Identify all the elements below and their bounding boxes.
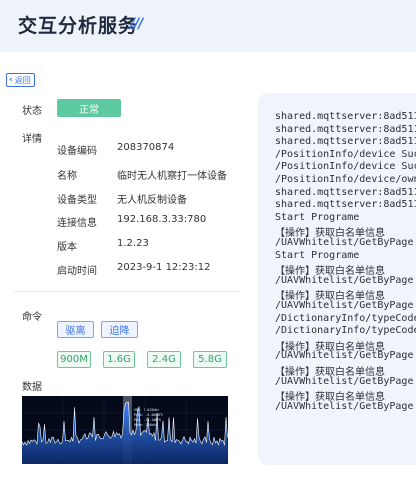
detail-key-version: 版本 bbox=[57, 242, 77, 253]
spectrum-readout-line: Pwr: -18.1dBFS bbox=[134, 418, 161, 422]
log-line: /PositionInfo/device Success bbox=[275, 161, 416, 173]
data-label: 数据 bbox=[22, 382, 42, 393]
log-line: /UAVWhitelist/GetByPage Su bbox=[275, 274, 416, 286]
detail-value-connection: 192.168.3.33:780 bbox=[117, 214, 207, 225]
status-label: 状态 bbox=[22, 106, 42, 117]
spectrum-display: VFO: 7.815kHz Peak: -0.48dBFS Pwr: -18.1… bbox=[22, 396, 228, 464]
log-line: /PositionInfo/device Success bbox=[275, 148, 416, 160]
chevron-left-icon: ‹ bbox=[9, 74, 13, 85]
spectrum-graph: VFO: 7.815kHz Peak: -0.48dBFS Pwr: -18.1… bbox=[22, 396, 228, 464]
spectrum-readout: VFO: 7.815kHz Peak: -0.48dBFS Pwr: -18.1… bbox=[134, 408, 163, 427]
freq-2-4g-button[interactable]: 2.4G bbox=[147, 351, 181, 368]
command-drive-away-button[interactable]: 驱离 bbox=[57, 321, 94, 338]
detail-value-name: 临时无人机察打一体设备 bbox=[117, 171, 227, 182]
status-badge: 正常 bbox=[57, 99, 121, 117]
commands-label: 命令 bbox=[22, 312, 42, 323]
title-decoration: /// bbox=[130, 16, 143, 32]
spectrum-readout-line: Rate: 250kHz bbox=[134, 423, 157, 427]
page-header: 交互分析服务 /// bbox=[0, 0, 416, 52]
spectrum-fill bbox=[22, 402, 228, 464]
detail-value-start-time: 2023-9-1 12:23:12 bbox=[117, 262, 211, 273]
log-line: shared.mqttserver:8ad51162 bbox=[275, 111, 416, 122]
detail-key-device-type: 设备类型 bbox=[57, 195, 97, 206]
back-button[interactable]: ‹ 返回 bbox=[6, 73, 35, 87]
log-line: shared.mqttserver:8ad51162 bbox=[275, 199, 416, 211]
detail-value-device-type: 无人机反制设备 bbox=[117, 195, 187, 206]
freq-5-8g-button[interactable]: 5.8G bbox=[193, 351, 227, 368]
log-line: shared.mqttserver:8ad51162 bbox=[275, 136, 416, 148]
log-panel[interactable]: shared.mqttserver:8ad51162 shared.mqttser… bbox=[258, 93, 416, 465]
page-title: 交互分析服务 bbox=[18, 15, 139, 37]
log-line: Start Programe bbox=[275, 211, 360, 223]
log-line: /PositionInfo/device/owner S bbox=[275, 174, 416, 185]
section-divider bbox=[14, 291, 240, 292]
log-line: shared.mqttserver:8ad51162 bbox=[275, 123, 416, 135]
detail-value-device-code: 208370874 bbox=[117, 142, 175, 153]
log-line: /DictionaryInfo/typeCode/ke bbox=[275, 312, 416, 324]
log-line: /UAVWhitelist/GetByPage Su bbox=[275, 237, 416, 248]
command-force-land-button[interactable]: 迫降 bbox=[101, 321, 138, 338]
log-line: /UAVWhitelist/GetByPage Su bbox=[275, 300, 416, 311]
freq-900m-button[interactable]: 900M bbox=[57, 351, 91, 368]
log-line: /UAVWhitelist/GetByPage Su bbox=[275, 375, 416, 387]
detail-value-version: 1.2.23 bbox=[117, 238, 149, 249]
detail-key-connection: 连接信息 bbox=[57, 218, 97, 229]
back-button-label: 返回 bbox=[14, 75, 31, 85]
freq-1-6g-button[interactable]: 1.6G bbox=[103, 351, 135, 368]
detail-key-name: 名称 bbox=[57, 171, 77, 182]
spectrum-readout-line: Peak: -0.48dBFS bbox=[134, 413, 163, 417]
log-line: /UAVWhitelist/GetByPage Su bbox=[275, 400, 416, 412]
log-line: Start Programe bbox=[275, 249, 360, 261]
detail-key-start-time: 启动时间 bbox=[57, 266, 97, 277]
detail-key-device-code: 设备编码 bbox=[57, 146, 97, 157]
details-label: 详情 bbox=[22, 134, 42, 145]
log-line: /DictionaryInfo/typeCode/ke bbox=[275, 325, 416, 337]
spectrum-readout-line: VFO: 7.815kHz bbox=[134, 408, 159, 412]
log-line: shared.mqttserver:8ad51162 bbox=[275, 186, 416, 198]
log-line: /UAVWhitelist/GetByPage Su bbox=[275, 350, 416, 362]
